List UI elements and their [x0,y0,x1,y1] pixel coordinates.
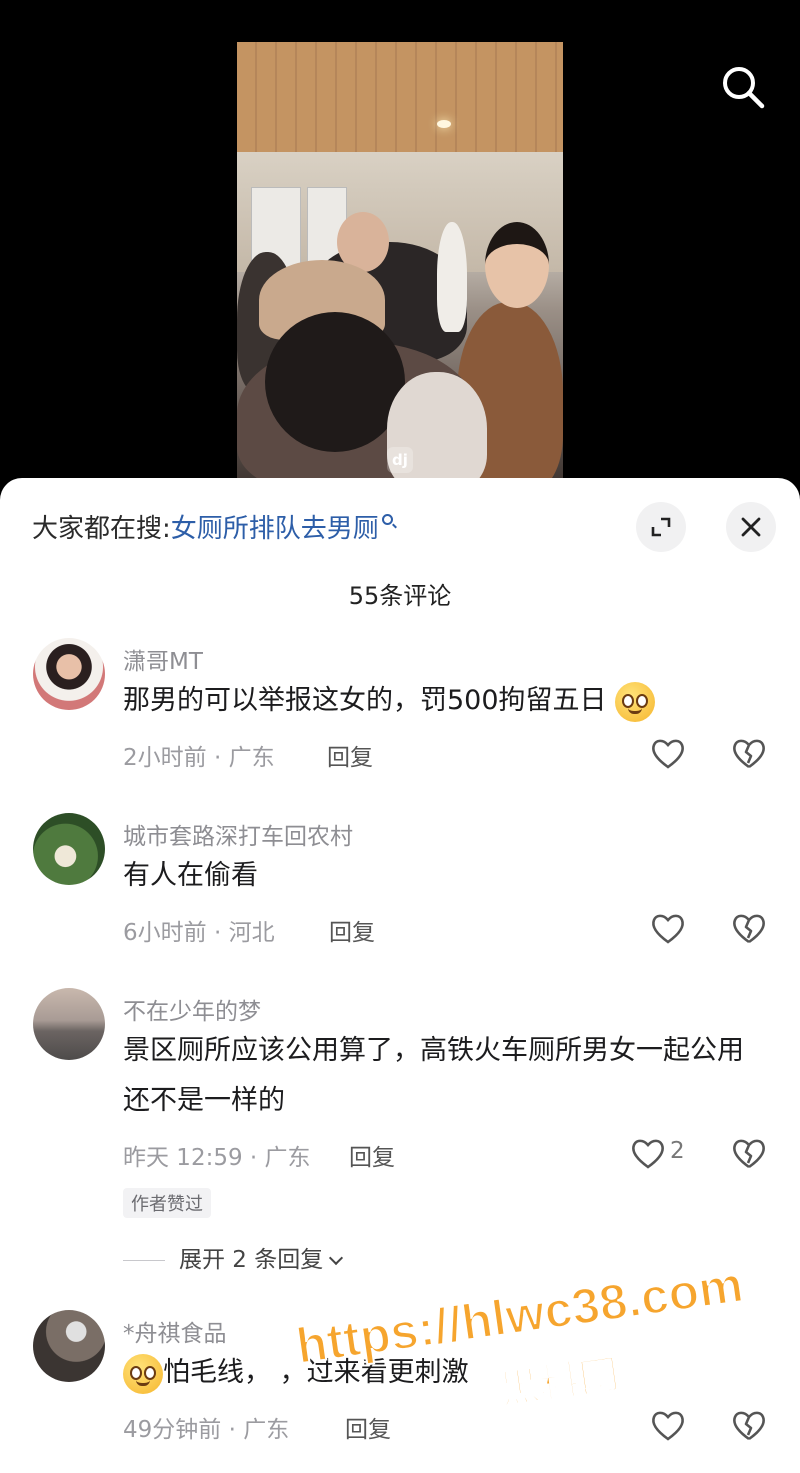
close-button[interactable] [726,502,776,552]
like-count: 2 [670,1138,685,1164]
video-ceiling [237,42,563,152]
avatar[interactable] [33,813,105,885]
comment-count: 55条评论 [348,582,452,610]
search-suggestion-term[interactable]: 女厕所排队去男厕 [171,514,379,544]
search-small-icon [381,514,393,525]
comment-sheet: 大家都在搜:女厕所排队去男厕 55条评论 潇哥MT 那男的可以举报这女的，罚50… [0,478,800,1473]
search-icon [723,67,765,109]
broken-heart-icon [733,914,765,944]
grin-emoji-icon [615,681,656,722]
broken-heart-icon [733,1411,765,1441]
comment-username[interactable]: 不在少年的梦 [123,992,261,1026]
search-suggestion[interactable]: 大家都在搜:女厕所排队去男厕 [32,508,393,545]
expand-replies-button[interactable]: 展开 2 条回复 [123,1240,344,1274]
expand-replies-divider [123,1260,165,1261]
comment-text-content: 那男的可以举报这女的，罚500拘留五日 [123,685,607,716]
reply-button[interactable]: 回复 [345,1410,391,1444]
video-person-head [265,312,405,452]
video-player[interactable]: dj [0,0,800,490]
like-button[interactable] [648,1405,688,1445]
comment-text: 有人在偷看 [123,860,258,891]
reply-button[interactable]: 回复 [327,738,373,772]
video-person [437,222,467,332]
author-liked-badge: 作者赞过 [123,1188,211,1218]
avatar[interactable] [33,1310,105,1382]
search-button[interactable] [718,62,768,112]
broken-heart-icon [733,739,765,769]
close-icon [741,517,761,537]
comment-text: 怕毛线， ，过来看更刺激 [123,1348,763,1398]
search-suggestion-prefix: 大家都在搜: [32,514,171,544]
heart-icon [652,914,684,944]
heart-icon [652,739,684,769]
comment-time-location: 2小时前 · 广东 [123,745,275,771]
chevron-down-icon [329,1250,344,1266]
heart-icon [652,1411,684,1441]
comment-time-location: 昨天 12:59 · 广东 [123,1145,311,1171]
like-button[interactable] [648,908,688,948]
avatar[interactable] [33,988,105,1060]
dislike-button[interactable] [729,733,769,773]
like-button[interactable] [628,1133,668,1173]
video-watermark-logo: dj [387,447,413,473]
like-button[interactable] [648,733,688,773]
expand-icon [651,517,671,537]
comment-text-content: 怕毛线， ，过来看更刺激 [163,1357,469,1388]
reply-button[interactable]: 回复 [349,1138,395,1172]
comment-username[interactable]: *舟祺食品 [123,1314,227,1348]
comment-time-location: 49分钟前 · 广东 [123,1417,290,1443]
comment-text: 那男的可以举报这女的，罚500拘留五日 [123,676,763,726]
expand-replies-label: 展开 2 条回复 [179,1247,324,1273]
video-ceiling-light [437,120,451,128]
heart-icon [632,1139,664,1169]
thinking-emoji-icon [123,1353,163,1394]
reply-button[interactable]: 回复 [329,913,375,947]
dislike-button[interactable] [729,1133,769,1173]
avatar[interactable] [33,638,105,710]
expand-button[interactable] [636,502,686,552]
comment-username[interactable]: 城市套路深打车回农村 [123,817,353,851]
comment-time-location: 6小时前 · 河北 [123,920,275,946]
broken-heart-icon [733,1139,765,1169]
dislike-button[interactable] [729,908,769,948]
video-frame[interactable]: dj [237,42,563,490]
video-person-head [485,222,549,308]
comment-username[interactable]: 潇哥MT [123,642,203,676]
dislike-button[interactable] [729,1405,769,1445]
comment-text: 景区厕所应该公用算了，高铁火车厕所男女一起公用还不是一样的 [123,1035,744,1116]
